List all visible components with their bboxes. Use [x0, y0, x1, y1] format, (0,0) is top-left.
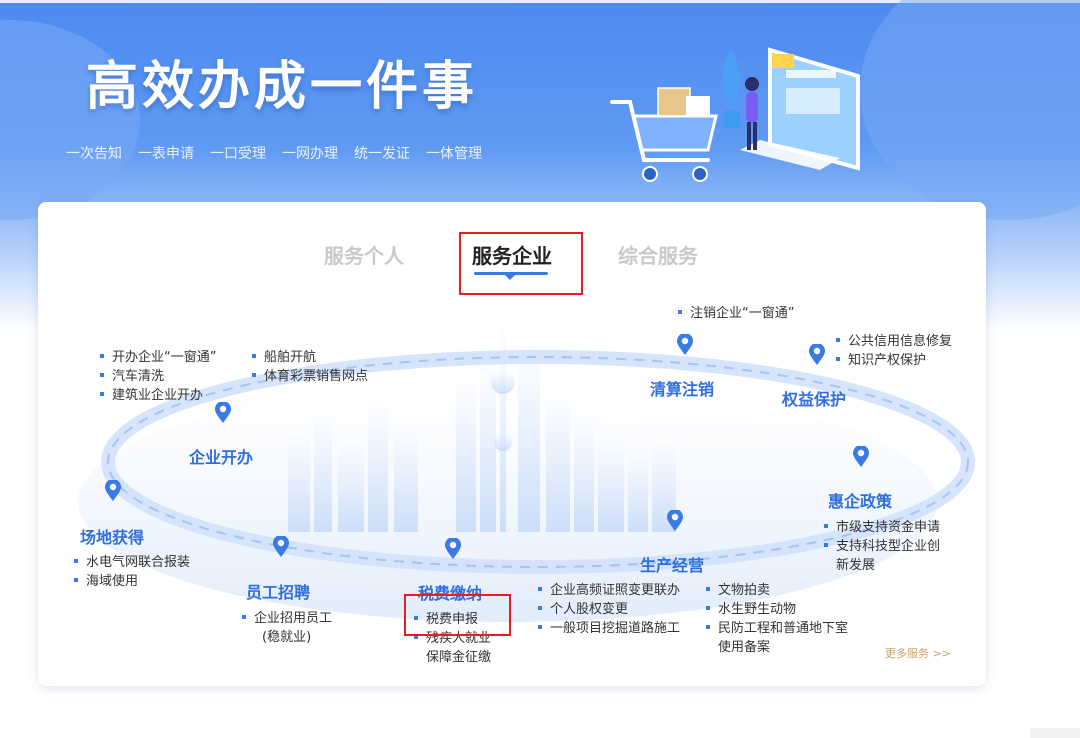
hero-title: 高效办成一件事	[86, 57, 479, 117]
location-pin-icon	[677, 334, 693, 355]
hero-tag: 一体管理	[426, 146, 482, 162]
corner-widget	[1030, 728, 1080, 738]
hero-tag: 一口受理	[210, 146, 266, 162]
category-liquidation[interactable]: 清算注销	[650, 376, 714, 400]
service-link[interactable]: 一般项目挖掘道路施工	[538, 619, 680, 638]
shopping-cart-icon	[610, 87, 718, 182]
location-pin-icon	[809, 344, 825, 365]
service-link[interactable]: 汽车清洗	[100, 367, 164, 386]
service-link[interactable]: 企业高频证照变更联办	[538, 581, 680, 600]
location-pin-icon	[105, 480, 121, 501]
service-link[interactable]: 水生野生动物	[706, 600, 796, 619]
category-production[interactable]: 生产经营	[640, 552, 704, 576]
category-startup[interactable]: 企业开办	[189, 444, 253, 468]
service-card: 服务个人 服务企业 综合服务 开办企业“一窗通” 汽车清洗 建筑业企业开办 船舶…	[38, 202, 986, 686]
service-link-continued[interactable]: 使用备案	[718, 638, 770, 657]
service-link[interactable]: 注销企业“一窗通”	[678, 304, 794, 323]
service-link[interactable]: 船舶开航	[252, 348, 316, 367]
hero-tag: 一次告知	[66, 146, 122, 162]
more-services-link[interactable]: 更多服务 >>	[885, 645, 951, 661]
skyline-ring-background	[78, 312, 975, 622]
service-link[interactable]: 个人股权变更	[538, 600, 628, 619]
location-pin-icon	[853, 446, 869, 467]
location-pin-icon	[273, 536, 289, 557]
service-link[interactable]: 建筑业企业开办	[100, 386, 203, 405]
shopping-cart-computer-illustration	[610, 47, 860, 182]
hero-tag: 一表申请	[138, 146, 194, 162]
hero-tags: 一次告知 一表申请 一口受理 一网办理 统一发证 一体管理	[66, 143, 482, 163]
person-icon	[745, 77, 759, 150]
service-link[interactable]: 文物拍卖	[706, 581, 770, 600]
service-link[interactable]: 海域使用	[74, 572, 138, 591]
service-link[interactable]: 民防工程和普通地下室	[706, 619, 848, 638]
service-link[interactable]: 企业招用员工	[242, 609, 332, 628]
location-pin-icon	[667, 510, 683, 531]
plant-icon	[722, 50, 740, 128]
service-link[interactable]: 水电气网联合报装	[74, 553, 190, 572]
service-map: 开办企业“一窗通” 汽车清洗 建筑业企业开办 船舶开航 体育彩票销售网点 企业开…	[38, 202, 986, 686]
service-link-continued[interactable]: 保障金征缴	[426, 648, 491, 667]
category-site[interactable]: 场地获得	[80, 524, 144, 548]
category-policy[interactable]: 惠企政策	[828, 488, 892, 512]
service-link[interactable]: 支持科技型企业创	[824, 537, 940, 556]
service-link[interactable]: 市级支持资金申请	[824, 518, 940, 537]
location-pin-icon	[445, 538, 461, 559]
location-pin-icon	[215, 402, 231, 423]
hero-tag: 统一发证	[354, 146, 410, 162]
category-rights[interactable]: 权益保护	[782, 386, 846, 410]
hero-tag: 一网办理	[282, 146, 338, 162]
category-hiring[interactable]: 员工招聘	[246, 579, 310, 603]
service-link[interactable]: 知识产权保护	[836, 351, 926, 370]
service-link-continued[interactable]: 新发展	[836, 556, 875, 575]
highlight-box-tax	[404, 594, 511, 636]
service-link[interactable]: 开办企业“一窗通”	[100, 348, 216, 367]
service-link[interactable]: 公共信用信息修复	[836, 332, 952, 351]
banner-decor-right	[860, 0, 1080, 220]
service-link-continued[interactable]: (稳就业)	[262, 628, 311, 647]
service-link[interactable]: 体育彩票销售网点	[252, 367, 368, 386]
